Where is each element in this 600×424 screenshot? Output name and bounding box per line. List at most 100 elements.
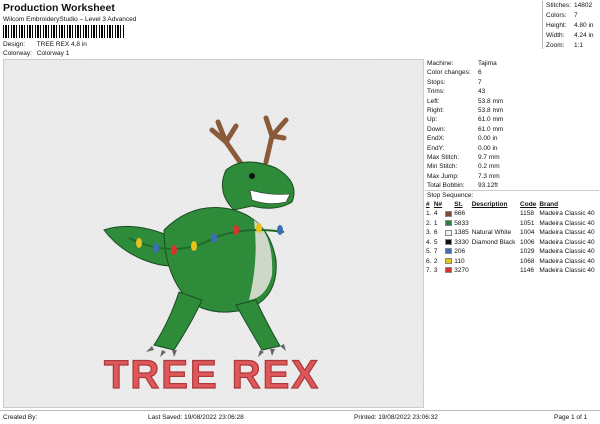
color-swatch: [444, 238, 454, 247]
color-description: [471, 209, 519, 218]
page-number: Page 1 of 1: [554, 414, 588, 421]
stitch-count: 1385: [454, 229, 469, 237]
design-name-row: Design: TREE REX 4,8 in: [3, 41, 87, 48]
thread-brand: Madeira Classic 40: [539, 248, 595, 256]
thread-brand: Madeira Classic 40: [539, 210, 595, 218]
color-swatch: [444, 257, 454, 266]
info-row: Total Bobbin: 93.12ft: [427, 182, 498, 190]
barcode: [3, 25, 125, 38]
info-row: Max Jump: 7.3 mm: [427, 172, 500, 180]
color-swatch-box: [444, 210, 452, 217]
color-swatch: [444, 209, 454, 218]
stitch-count: 3270: [454, 266, 469, 274]
color-description: [471, 247, 519, 256]
thread-brand: Madeira Classic 40: [539, 238, 595, 246]
color-swatch: [444, 228, 454, 237]
thread-code: 1051: [520, 219, 535, 227]
colorway-label: Colorway:: [3, 50, 32, 57]
footer: Created By: Last Saved: 19/08/2022 23:06…: [0, 410, 600, 424]
stop-sequence-table: # N# St. Description Code Brand 1. 4 666 11…: [425, 200, 599, 275]
thread-code: 1004: [520, 229, 535, 237]
color-swatch: [444, 247, 454, 256]
last-saved: Last Saved: 19/08/2022 23:06:28: [148, 414, 244, 421]
software-subtitle: Wilcom EmbroideryStudio – Level 3 Advanc…: [3, 16, 137, 23]
needle-number: 4: [433, 210, 438, 218]
needle-number: 6: [433, 229, 438, 237]
color-swatch-box: [444, 257, 452, 264]
color-swatch-box: [444, 238, 452, 245]
stitch-count: 110: [454, 257, 465, 265]
stop-number: 4.: [426, 238, 432, 246]
colorway-row: Colorway: Colorway 1: [3, 50, 69, 57]
stop-number: 1.: [426, 210, 432, 218]
color-description: Natural White: [471, 229, 512, 237]
stat-row: Zoom: 1:1: [546, 42, 584, 49]
stats-panel: Stitches: 14802 Colors: 7 Height: 4.80 in W…: [542, 1, 599, 49]
color-description: [471, 266, 519, 275]
thread-code: 1146: [520, 266, 535, 274]
needle-number: 7: [433, 248, 438, 256]
worksheet-title: Production Worksheet: [3, 2, 115, 14]
stitch-count: 5833: [454, 219, 469, 227]
table-row: 7. 3 3270 1146 Madeira Classic 40: [425, 266, 599, 275]
design-label: Design:: [3, 41, 26, 48]
needle-number: 5: [433, 238, 438, 246]
thread-code: 1029: [520, 248, 535, 256]
created-by: Created By:: [3, 414, 38, 421]
thread-brand: Madeira Classic 40: [539, 257, 595, 265]
stop-number: 7.: [426, 266, 432, 274]
tree-rex-embroidery-image: TREE REX: [103, 115, 320, 398]
color-swatch-box: [444, 267, 452, 274]
table-row: 1. 4 666 1158 Madeira Classic 40: [425, 209, 599, 218]
table-row: 4. 5 3330 Diamond Black 1006 Madeira Classic …: [425, 238, 599, 247]
info-row: Right: 53.8 mm: [427, 106, 504, 114]
stop-number: 2.: [426, 219, 432, 227]
needle-number: 3: [433, 266, 438, 274]
color-swatch: [444, 219, 454, 228]
color-description: [471, 257, 519, 266]
table-row: 2. 1 5833 1051 Madeira Classic 40: [425, 219, 599, 228]
table-row: 6. 2 110 1068 Madeira Classic 40: [425, 257, 599, 266]
stat-row: Stitches: 14802: [546, 2, 593, 9]
colorway-value: Colorway 1: [36, 50, 70, 57]
color-description: Diamond Black: [471, 238, 516, 246]
info-row: Up: 61.0 mm: [427, 116, 504, 124]
machine-info-panel: Machine: Tajima Color changes: 6 Stops: 7 T…: [425, 59, 599, 275]
thread-brand: Madeira Classic 40: [539, 219, 595, 227]
info-row: Down: 61.0 mm: [427, 125, 504, 133]
thread-code: 1158: [520, 210, 535, 218]
info-row: EndX: 0.00 in: [427, 135, 498, 143]
table-row: 5. 7 206 1029 Madeira Classic 40: [425, 247, 599, 256]
stat-row: Width: 4.24 in: [546, 32, 594, 39]
table-header-row: # N# St. Description Code Brand: [426, 201, 559, 209]
color-swatch-box: [444, 248, 452, 255]
design-value: TREE REX 4,8 in: [36, 41, 87, 48]
needle-number: 2: [433, 257, 438, 265]
color-description: [471, 219, 519, 228]
needle-number: 1: [433, 219, 438, 227]
info-row: Max Stitch: 9.7 mm: [427, 153, 500, 161]
info-row: Color changes: 6: [427, 69, 482, 77]
info-row: Min Stitch: 0.2 mm: [427, 163, 500, 171]
stat-row: Colors: 7: [546, 12, 578, 19]
design-preview: TREE REX: [3, 59, 424, 408]
stitch-count: 3330: [454, 238, 469, 246]
thread-code: 1068: [520, 257, 535, 265]
info-row: EndY: 0.00 in: [427, 144, 498, 152]
stat-row: Height: 4.80 in: [546, 22, 594, 29]
thread-brand: Madeira Classic 40: [539, 229, 595, 237]
stop-number: 5.: [426, 248, 432, 256]
stitch-count: 206: [454, 248, 466, 256]
stop-number: 6.: [426, 257, 432, 265]
info-row: Trims: 43: [427, 88, 486, 96]
stop-number: 3.: [426, 229, 432, 237]
table-row: 3. 6 1385 Natural White 1004 Madeira Classic …: [425, 228, 599, 237]
stop-sequence-title: Stop Sequence:: [425, 190, 599, 200]
printed-date: Printed: 19/08/2022 23:06:32: [354, 414, 438, 421]
color-swatch-box: [444, 229, 452, 236]
design-text-tree-rex: TREE REX: [104, 353, 320, 397]
info-row: Machine: Tajima: [427, 60, 497, 67]
stitch-count: 666: [454, 210, 466, 218]
thread-code: 1006: [520, 238, 535, 246]
info-row: Left: 53.8 mm: [427, 97, 504, 105]
